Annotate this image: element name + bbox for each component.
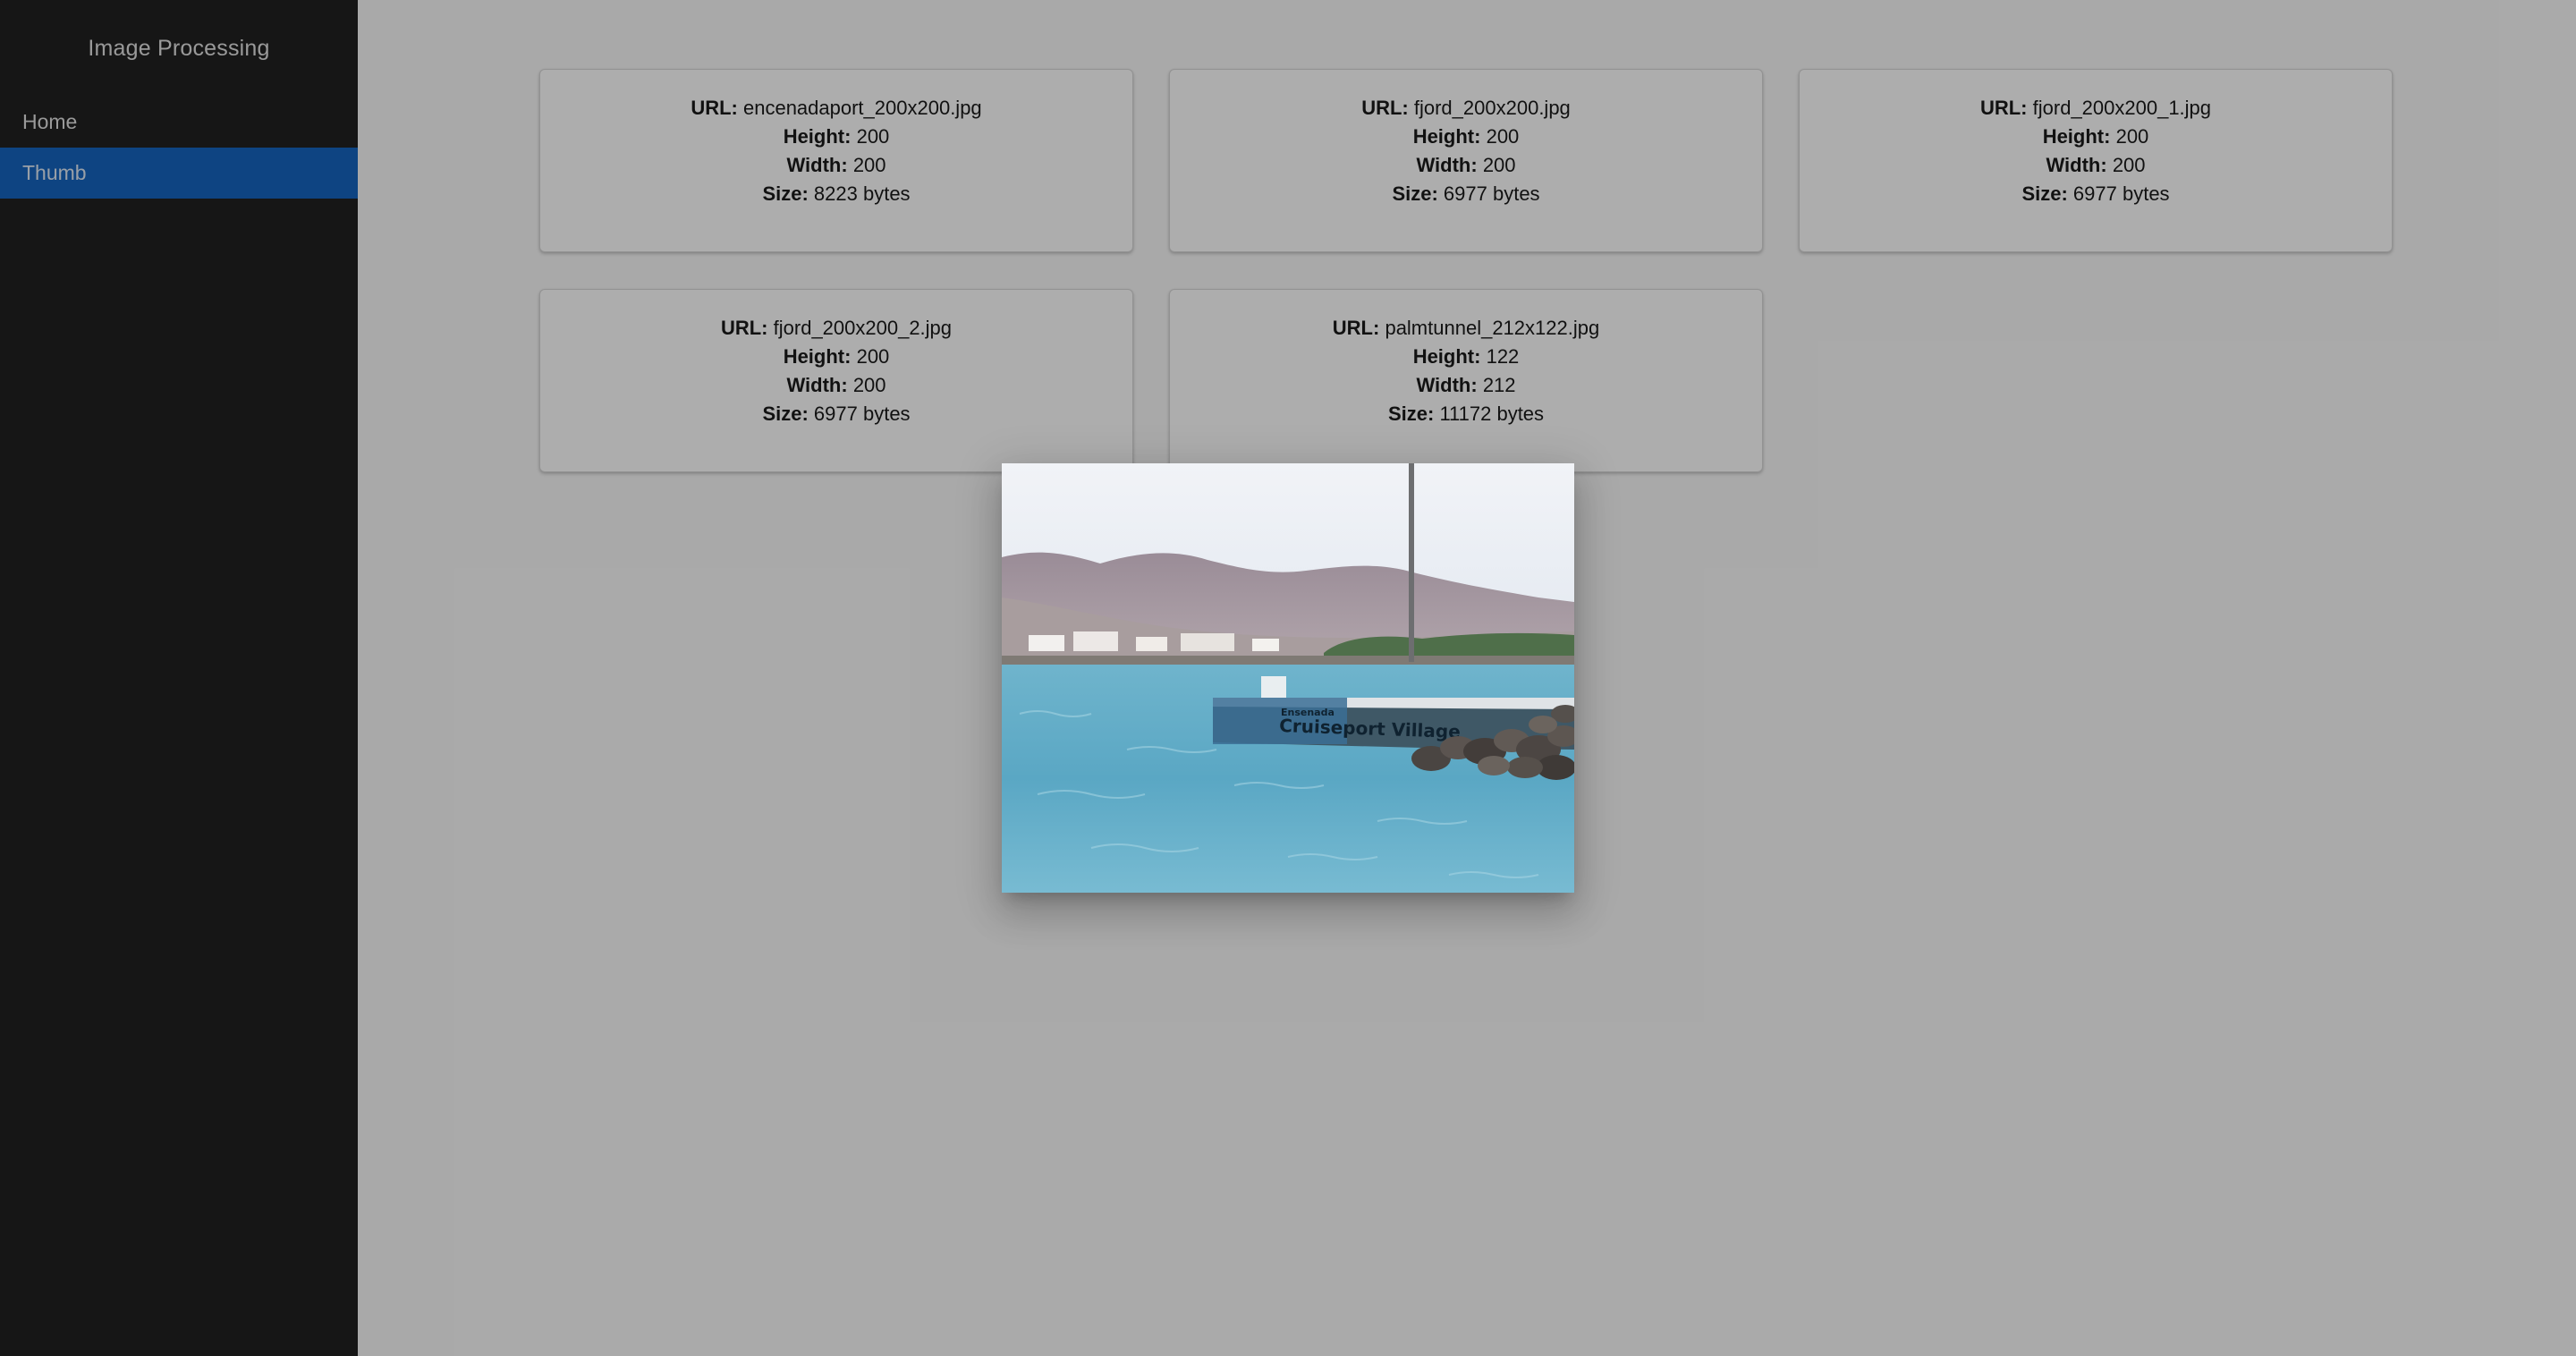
photo-building [1136,637,1167,651]
photo-building [1029,635,1064,651]
photo-building [1073,631,1118,651]
photo-pole [1409,463,1414,662]
image-preview-dialog: Ensenada Cruiseport Village [1002,463,1574,893]
photo-lifebuoy-post [1261,676,1286,698]
preview-photo: Ensenada Cruiseport Village [1002,463,1574,893]
photo-building [1181,633,1234,651]
photo-building [1252,639,1279,651]
